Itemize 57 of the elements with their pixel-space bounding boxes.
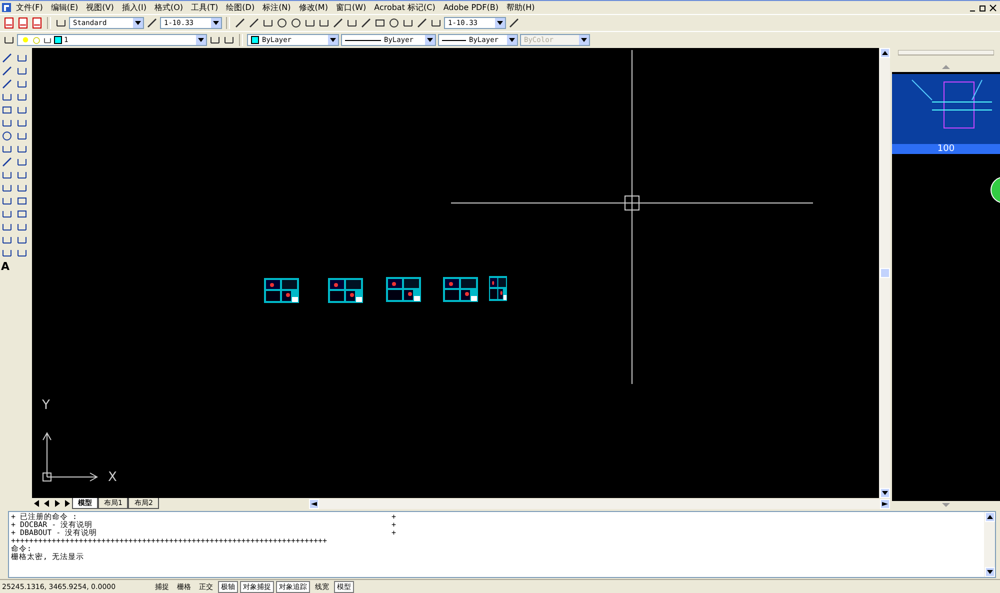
caret-icon[interactable]: [509, 38, 515, 42]
caret-icon[interactable]: [213, 21, 219, 25]
up-arrow-icon[interactable]: [986, 515, 992, 519]
panel-scrollbar[interactable]: [898, 50, 994, 56]
menu-item[interactable]: Adobe PDF(B): [440, 3, 502, 12]
pdf-icon[interactable]: [31, 17, 43, 29]
next-tab-icon[interactable]: [52, 499, 62, 508]
caret-icon[interactable]: [135, 21, 141, 25]
vertical-scrollbar[interactable]: [879, 48, 890, 498]
caret-icon[interactable]: [330, 38, 336, 42]
scroll-thumb[interactable]: [880, 268, 890, 278]
down-arrow-icon[interactable]: [986, 570, 992, 574]
last-tab-icon[interactable]: [62, 499, 72, 508]
rect-icon[interactable]: [1, 104, 13, 116]
up-arrow-icon[interactable]: [882, 51, 888, 55]
first-tab-icon[interactable]: [32, 499, 42, 508]
menu-item[interactable]: 插入(I): [118, 2, 150, 13]
app-icon[interactable]: [2, 3, 11, 12]
badge-icon: [990, 176, 1000, 204]
horizontal-scrollbar[interactable]: [308, 498, 890, 508]
command-scrollbar[interactable]: [984, 512, 995, 577]
menu-item[interactable]: 工具(T): [188, 2, 222, 13]
left-arrow-icon[interactable]: [310, 502, 317, 506]
circle-icon[interactable]: [1, 130, 13, 142]
leader-line-icon[interactable]: [360, 17, 372, 29]
dim-line-icon[interactable]: [146, 17, 158, 29]
menu-item[interactable]: 帮助(H): [504, 2, 538, 13]
close-icon[interactable]: [989, 4, 997, 12]
down-arrow-icon[interactable]: [882, 491, 888, 495]
menu-item[interactable]: 修改(M): [296, 2, 331, 13]
drawing-canvas[interactable]: Y X: [32, 48, 879, 498]
menu-item[interactable]: 窗口(W): [332, 2, 370, 13]
pdf-icon[interactable]: [17, 17, 29, 29]
axis-label: Y: [42, 398, 50, 413]
right-arrow-icon[interactable]: [882, 502, 888, 506]
caret-icon[interactable]: [198, 38, 204, 42]
menu-item[interactable]: 视图(V): [83, 2, 117, 13]
prev-tab-icon[interactable]: [42, 499, 52, 508]
menu-item[interactable]: 编辑(E): [48, 2, 82, 13]
menu-item[interactable]: Acrobat 标记(C): [371, 2, 438, 13]
aligned-line-icon[interactable]: [248, 17, 260, 29]
text-tool[interactable]: A: [1, 260, 14, 273]
menu-item[interactable]: 格式(O): [151, 2, 186, 13]
line-icon[interactable]: [1, 52, 13, 64]
preview-label: 100: [892, 144, 1000, 154]
pdf-icon[interactable]: [3, 17, 15, 29]
menu-item[interactable]: 标注(N): [260, 2, 294, 13]
menu-item[interactable]: 绘图(D): [223, 2, 258, 13]
caret-icon[interactable]: [497, 21, 503, 25]
restore-icon[interactable]: [979, 4, 987, 12]
caret-icon[interactable]: [427, 38, 433, 42]
crosshair-cursor-icon: [451, 50, 813, 384]
line-icon[interactable]: [1, 65, 13, 77]
drawing-preview-drawing[interactable]: [892, 74, 1000, 144]
dim-line-icon[interactable]: [508, 17, 520, 29]
menu-item[interactable]: 文件(F): [13, 2, 46, 13]
axis-label: X: [108, 470, 117, 485]
